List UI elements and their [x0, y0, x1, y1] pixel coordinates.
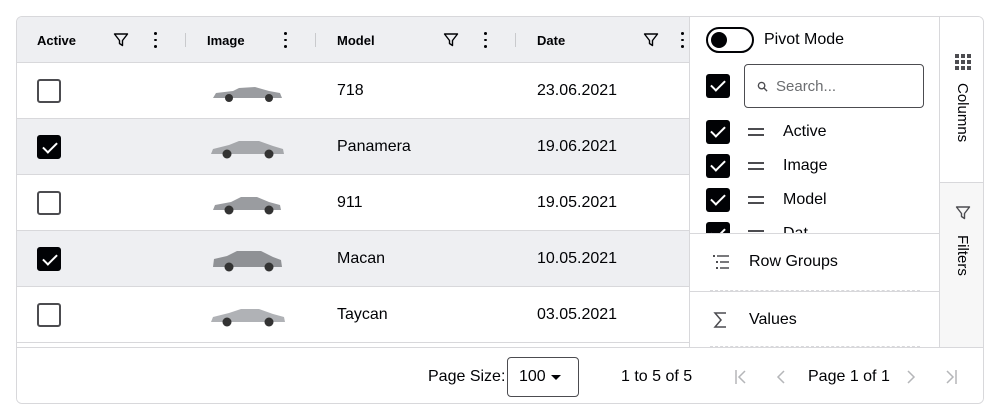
- filter-icon[interactable]: [111, 30, 131, 50]
- search-icon: [757, 81, 768, 92]
- column-header-label: Model: [337, 32, 375, 48]
- column-checkbox[interactable]: [706, 222, 730, 233]
- page-size-label: Page Size:: [428, 368, 506, 385]
- car-image: [213, 197, 281, 215]
- tab-filters[interactable]: Filters: [940, 183, 983, 347]
- tab-columns-label: Columns: [954, 83, 971, 143]
- model-cell: 718: [337, 82, 364, 99]
- data-grid: Active Image Model Date 718 23.06.2021 P…: [16, 16, 984, 404]
- date-cell: 23.06.2021: [537, 82, 618, 99]
- column-list-item[interactable]: Image: [690, 149, 940, 183]
- values-drop-zone[interactable]: Values: [690, 291, 940, 349]
- side-bar: Columns Filters: [939, 17, 983, 347]
- column-list-item[interactable]: Dat: [690, 217, 940, 233]
- row-groups-drop-zone[interactable]: Row Groups: [690, 233, 940, 291]
- active-checkbox[interactable]: [37, 135, 61, 159]
- model-cell: 911: [337, 194, 363, 211]
- date-cell: 19.05.2021: [537, 194, 618, 211]
- column-menu-icon[interactable]: [275, 30, 295, 50]
- table-row[interactable]: 911 19.05.2021: [17, 175, 689, 231]
- car-image: [211, 141, 284, 159]
- column-separator[interactable]: [515, 33, 516, 47]
- chevron-down-icon: [551, 375, 561, 380]
- table-row[interactable]: Panamera 19.06.2021: [17, 119, 689, 175]
- column-separator[interactable]: [185, 33, 186, 47]
- column-name: Image: [783, 157, 828, 174]
- row-groups-label: Row Groups: [749, 253, 838, 270]
- column-search-input[interactable]: Search...: [744, 64, 924, 108]
- date-cell: 03.05.2021: [537, 306, 618, 323]
- column-header-label: Date: [537, 32, 566, 48]
- filter-icon: [955, 206, 971, 220]
- column-header-model[interactable]: Model: [337, 17, 375, 63]
- row-groups-icon: [713, 255, 729, 269]
- active-checkbox[interactable]: [37, 191, 61, 215]
- next-page-icon[interactable]: [901, 367, 921, 387]
- previous-page-icon[interactable]: [771, 367, 791, 387]
- column-name: Dat: [783, 225, 808, 233]
- drag-handle-icon[interactable]: [748, 196, 764, 204]
- column-list: Active Image Model Dat: [690, 115, 940, 233]
- car-image: [213, 87, 282, 102]
- column-header-label: Image: [207, 32, 245, 48]
- search-placeholder: Search...: [776, 77, 837, 95]
- car-image: [211, 309, 285, 327]
- column-menu-icon[interactable]: [145, 30, 165, 50]
- table-row[interactable]: Taycan 03.05.2021: [17, 287, 689, 343]
- column-separator[interactable]: [315, 33, 316, 47]
- column-checkbox[interactable]: [706, 154, 730, 178]
- column-menu-icon[interactable]: [675, 30, 689, 50]
- columns-tool-panel: Pivot Mode Search... Active Image Model: [689, 17, 940, 349]
- pagination-bar: Page Size: 100 1 to 5 of 5 Page 1 of 1: [17, 347, 983, 403]
- filter-icon[interactable]: [441, 30, 461, 50]
- column-header-label: Active: [37, 32, 77, 48]
- date-cell: 10.05.2021: [537, 250, 618, 267]
- values-label: Values: [749, 311, 797, 328]
- active-checkbox[interactable]: [37, 79, 61, 103]
- active-checkbox[interactable]: [37, 303, 61, 327]
- filter-icon[interactable]: [641, 30, 661, 50]
- model-cell: Taycan: [337, 306, 388, 323]
- select-all-checkbox[interactable]: [706, 74, 730, 98]
- column-header-date[interactable]: Date: [537, 17, 565, 63]
- active-checkbox[interactable]: [37, 247, 61, 271]
- table-row[interactable]: Macan 10.05.2021: [17, 231, 689, 287]
- column-name: Active: [783, 123, 827, 140]
- page-indicator: Page 1 of 1: [808, 368, 890, 385]
- tab-columns[interactable]: Columns: [940, 17, 983, 183]
- car-image: [213, 251, 282, 272]
- column-checkbox[interactable]: [706, 120, 730, 144]
- last-page-icon[interactable]: [941, 367, 961, 387]
- pivot-mode-label: Pivot Mode: [764, 31, 845, 48]
- page-size-select[interactable]: 100: [507, 357, 579, 397]
- row-range-summary: 1 to 5 of 5: [621, 368, 693, 385]
- sigma-icon: [713, 312, 726, 328]
- model-cell: Macan: [337, 250, 386, 267]
- pivot-mode-toggle[interactable]: [706, 27, 754, 53]
- first-page-icon[interactable]: [731, 367, 751, 387]
- column-header-active[interactable]: Active: [37, 17, 76, 63]
- page-size-value: 100: [519, 368, 546, 385]
- drag-handle-icon[interactable]: [748, 128, 764, 136]
- column-checkbox[interactable]: [706, 188, 730, 212]
- grid-header: Active Image Model Date: [17, 17, 689, 63]
- column-list-item[interactable]: Model: [690, 183, 940, 217]
- table-row[interactable]: 718 23.06.2021: [17, 63, 689, 119]
- model-cell: Panamera: [337, 138, 411, 155]
- column-name: Model: [783, 191, 827, 208]
- column-header-image[interactable]: Image: [207, 17, 245, 63]
- column-list-item[interactable]: Active: [690, 115, 940, 149]
- drag-handle-icon[interactable]: [748, 162, 764, 170]
- column-menu-icon[interactable]: [475, 30, 495, 50]
- date-cell: 19.06.2021: [537, 138, 618, 155]
- tab-filters-label: Filters: [954, 235, 971, 276]
- columns-icon: [955, 54, 971, 70]
